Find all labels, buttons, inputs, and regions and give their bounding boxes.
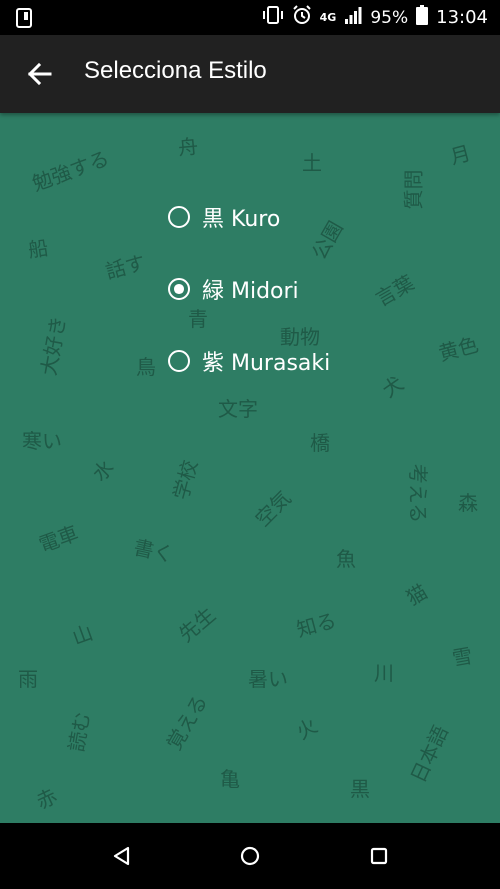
nav-back-icon[interactable]	[106, 841, 136, 871]
battery-percent: 95%	[370, 7, 409, 28]
background-word: 魚	[336, 547, 356, 571]
background-word: 暑い	[248, 667, 288, 691]
option-label: 緑 Midori	[202, 279, 299, 304]
background-word: 山	[69, 620, 97, 650]
nav-home-icon[interactable]	[235, 841, 265, 871]
app-bar: Selecciona Estilo	[0, 35, 500, 113]
background-word: 学校	[168, 457, 203, 503]
background-word: 黒	[350, 777, 370, 801]
background-word: 空気	[250, 485, 296, 532]
background-word: 先生	[173, 602, 220, 647]
background-word: 勉強する	[28, 145, 113, 196]
background-word: 雪	[450, 643, 475, 671]
background-word: 言葉	[371, 270, 419, 312]
background-word: 猫	[402, 579, 432, 611]
vibrate-icon	[262, 5, 284, 30]
radio-button-checked-icon[interactable]	[168, 278, 190, 300]
background-word: 大好き	[36, 314, 71, 378]
background-word: 文字	[218, 397, 258, 421]
back-arrow-icon[interactable]	[22, 56, 58, 92]
status-bar: 4G 95% 13:04	[0, 0, 500, 35]
background-word: 寒い	[22, 429, 62, 453]
background-word: 橋	[310, 431, 330, 455]
option-label: 黒 Kuro	[202, 207, 281, 232]
background-word: 書く	[131, 535, 176, 567]
background-word: 月	[447, 140, 474, 170]
radio-button-unchecked-icon[interactable]	[168, 206, 190, 228]
background-word: 火	[292, 713, 322, 745]
background-word: 考える	[406, 463, 431, 524]
background-word: 知る	[293, 608, 339, 642]
background-word: 鳥	[136, 355, 156, 379]
option-kuro[interactable]: 黒 Kuro	[168, 181, 330, 253]
background-word: 質問	[401, 169, 426, 210]
background-word: 土	[302, 151, 322, 175]
style-selection-area: 勉強する 舟 土 月 質問 船 話す 公園 言葉 大好き 青 動物 鳥 黄色 犬…	[0, 113, 500, 823]
background-word: 亀	[220, 767, 240, 791]
background-word: 犬	[377, 371, 408, 403]
option-label: 紫 Murasaki	[202, 351, 331, 376]
nav-recents-icon[interactable]	[364, 841, 394, 871]
background-word: 日本語	[405, 721, 453, 787]
system-navigation-bar	[0, 823, 500, 889]
signal-icon	[344, 6, 362, 29]
background-word: 川	[374, 661, 394, 685]
background-word: 話す	[102, 250, 148, 284]
background-word: 覚える	[161, 690, 213, 754]
sim-card-icon	[16, 8, 32, 32]
background-word: 森	[458, 491, 478, 515]
network-type-label: 4G	[319, 11, 337, 24]
background-word: 船	[26, 235, 50, 263]
background-word: 舟	[177, 134, 200, 160]
battery-icon	[416, 5, 429, 30]
background-word: 読む	[64, 709, 95, 754]
background-word: 雨	[18, 667, 38, 691]
background-word: 水	[87, 455, 119, 487]
option-murasaki[interactable]: 紫 Murasaki	[168, 325, 330, 397]
radio-button-unchecked-icon[interactable]	[168, 350, 190, 372]
alarm-icon	[292, 5, 312, 30]
background-word: 黄色	[435, 332, 481, 366]
background-word: 赤	[32, 783, 61, 814]
option-midori[interactable]: 緑 Midori	[168, 253, 330, 325]
page-title: Selecciona Estilo	[84, 57, 267, 84]
style-radio-group: 黒 Kuro 緑 Midori 紫 Murasaki	[168, 181, 330, 397]
clock: 13:04	[436, 7, 488, 28]
background-word: 電車	[35, 520, 82, 558]
